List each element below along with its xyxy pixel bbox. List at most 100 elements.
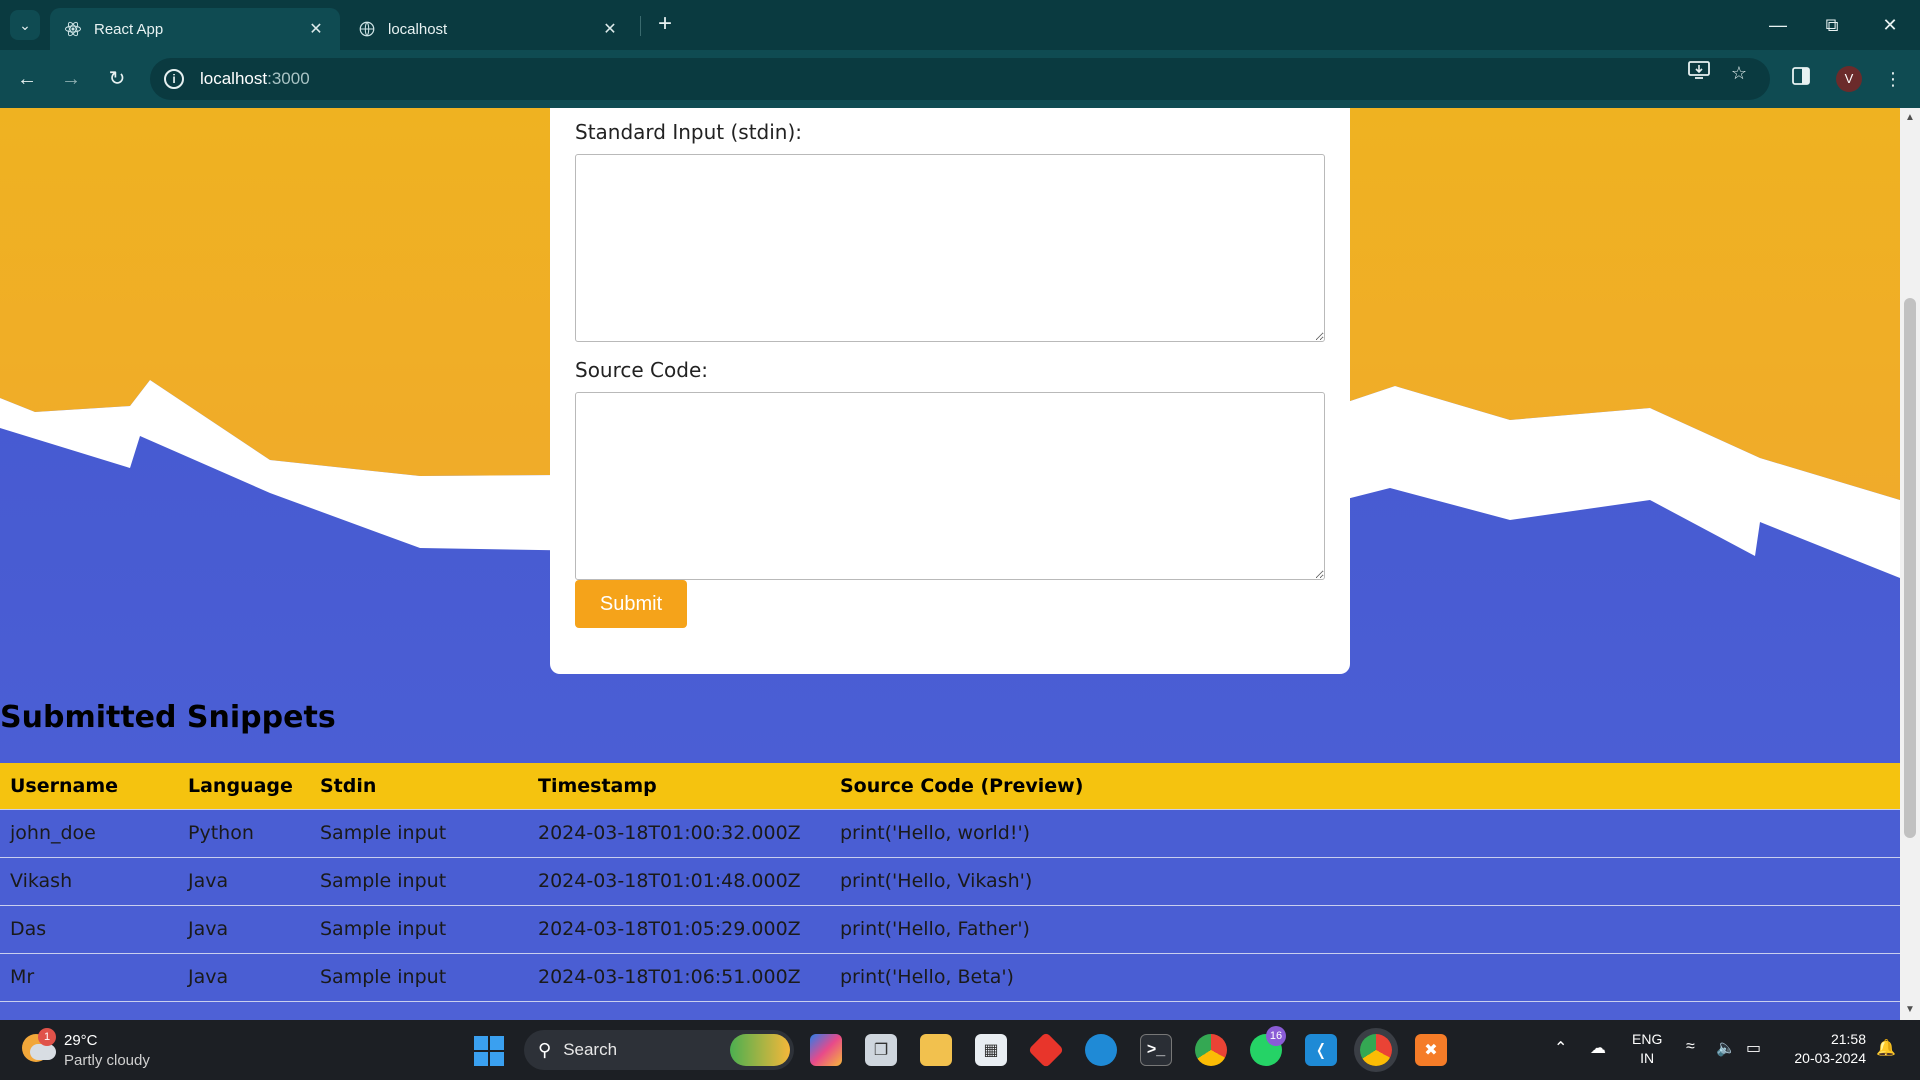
back-arrow-icon[interactable]: ← <box>12 64 42 94</box>
site-info-icon[interactable]: i <box>164 69 184 89</box>
cell-stdin: Sample input <box>310 904 528 953</box>
edge-icon[interactable] <box>1085 1034 1117 1066</box>
tab-separator <box>640 16 641 36</box>
cell-language: Java <box>178 904 310 953</box>
notification-bell-icon[interactable]: 🔔 <box>1876 1038 1896 1058</box>
copilot-icon[interactable] <box>810 1034 842 1066</box>
task-view-icon[interactable]: ❐ <box>865 1034 897 1066</box>
scroll-down-arrow-icon[interactable]: ▼ <box>1904 1004 1916 1016</box>
tab-localhost[interactable]: localhost ✕ <box>344 8 634 50</box>
widgets-search-highlight-icon[interactable] <box>730 1034 790 1066</box>
column-header-username: Username <box>0 763 178 809</box>
weather-condition: Partly cloudy <box>64 1052 150 1069</box>
cell-source-preview: print('Hello, world!') <box>830 808 1900 857</box>
wifi-icon[interactable]: ≈ <box>1686 1038 1695 1056</box>
url-host: localhost <box>200 69 268 88</box>
tab-title: React App <box>94 20 164 38</box>
cell-timestamp: 2024-03-18T01:00:32.000Z <box>528 808 830 857</box>
windows-start-icon[interactable] <box>474 1036 504 1066</box>
reload-icon[interactable]: ↻ <box>102 64 132 94</box>
language-indicator[interactable]: ENG IN <box>1632 1030 1662 1068</box>
cell-username: Vikash <box>0 856 178 905</box>
vscode-icon[interactable]: ❬ <box>1305 1034 1337 1066</box>
whatsapp-badge: 16 <box>1266 1026 1286 1046</box>
close-tab-icon[interactable]: ✕ <box>600 19 620 39</box>
address-bar[interactable]: i localhost:3000 <box>150 58 1770 100</box>
new-tab-button[interactable]: + <box>652 12 678 38</box>
bookmark-star-icon[interactable]: ☆ <box>1726 60 1752 86</box>
chrome-icon[interactable] <box>1195 1034 1227 1066</box>
table-row: Vikash Java Sample input 2024-03-18T01:0… <box>0 856 1900 905</box>
profile-avatar[interactable]: V <box>1836 66 1862 92</box>
search-icon: ⚲ <box>538 1039 552 1060</box>
minimize-icon[interactable]: — <box>1758 10 1798 40</box>
table-header-row: Username Language Stdin Timestamp Source… <box>0 763 1900 809</box>
install-app-icon[interactable] <box>1686 60 1712 86</box>
lang-line-2: IN <box>1640 1050 1655 1066</box>
page-scrollbar[interactable]: ▲ ▼ <box>1900 108 1920 1020</box>
react-icon <box>64 20 82 38</box>
onedrive-icon[interactable]: ☁ <box>1590 1038 1606 1058</box>
xampp-icon[interactable]: ✖ <box>1415 1034 1447 1066</box>
table-row: john_doe Python Sample input 2024-03-18T… <box>0 808 1900 857</box>
column-header-language: Language <box>178 763 310 809</box>
scrollbar-thumb[interactable] <box>1904 298 1916 838</box>
close-window-icon[interactable]: ✕ <box>1870 10 1910 40</box>
side-panel-icon[interactable] <box>1788 66 1814 92</box>
weather-temperature: 29°C <box>64 1032 98 1049</box>
cell-timestamp: 2024-03-18T01:01:48.000Z <box>528 856 830 905</box>
tab-search-button[interactable]: ⌄ <box>10 10 40 40</box>
terminal-icon[interactable]: >_ <box>1140 1034 1172 1066</box>
cell-username: Das <box>0 904 178 953</box>
battery-icon[interactable]: ▭ <box>1746 1038 1761 1058</box>
source-code-label: Source Code: <box>575 358 708 382</box>
source-code-textarea[interactable] <box>575 392 1325 580</box>
weather-widget[interactable]: 1 29°C Partly cloudy <box>20 1028 180 1072</box>
column-header-source-preview: Source Code (Preview) <box>830 763 1900 809</box>
system-clock[interactable]: 21:58 20-03-2024 <box>1782 1030 1866 1068</box>
column-header-timestamp: Timestamp <box>528 763 830 809</box>
cell-timestamp: 2024-03-18T01:06:51.000Z <box>528 952 830 1002</box>
chrome-active-icon[interactable] <box>1360 1034 1392 1066</box>
cell-source-preview: print('Hello, Father') <box>830 904 1900 953</box>
stdin-textarea[interactable] <box>575 154 1325 342</box>
tab-title: localhost <box>388 20 448 38</box>
lang-line-1: ENG <box>1632 1031 1663 1047</box>
menu-kebab-icon[interactable]: ⋮ <box>1880 66 1906 92</box>
cell-stdin: Sample input <box>310 808 528 857</box>
snippets-table: Username Language Stdin Timestamp Source… <box>0 763 1900 1002</box>
globe-icon <box>358 20 376 38</box>
restore-icon[interactable]: ⧉ <box>1812 10 1852 40</box>
cell-language: Java <box>178 952 310 1002</box>
microsoft-store-icon[interactable]: ▦ <box>975 1034 1007 1066</box>
table-row: Mr Java Sample input 2024-03-18T01:06:51… <box>0 952 1900 1002</box>
page-viewport: Standard Input (stdin): Source Code: Sub… <box>0 108 1920 1020</box>
weather-cloud-icon <box>30 1044 56 1060</box>
cell-language: Java <box>178 856 310 905</box>
windows-taskbar: 1 29°C Partly cloudy ⚲ Search ❐ ▦ >_ 16 … <box>0 1020 1920 1080</box>
url-port: :3000 <box>267 69 310 88</box>
anydesk-icon[interactable] <box>1027 1031 1065 1069</box>
volume-icon[interactable]: 🔈 <box>1716 1038 1736 1058</box>
stdin-label: Standard Input (stdin): <box>575 120 803 144</box>
tray-overflow-chevron-icon[interactable]: ⌃ <box>1554 1038 1567 1058</box>
snippet-form-card: Standard Input (stdin): Source Code: Sub… <box>550 108 1350 674</box>
file-explorer-icon[interactable] <box>920 1034 952 1066</box>
cell-stdin: Sample input <box>310 952 528 1002</box>
column-header-stdin: Stdin <box>310 763 528 809</box>
cell-username: Mr <box>0 952 178 1002</box>
clock-date: 20-03-2024 <box>1794 1050 1866 1066</box>
clock-time: 21:58 <box>1830 1031 1866 1047</box>
weather-badge: 1 <box>38 1028 56 1046</box>
cell-username: john_doe <box>0 808 178 857</box>
browser-tab-bar: ⌄ React App ✕ localhost ✕ + — ⧉ ✕ <box>0 0 1920 50</box>
cell-source-preview: print('Hello, Vikash') <box>830 856 1900 905</box>
scroll-up-arrow-icon[interactable]: ▲ <box>1904 112 1916 124</box>
forward-arrow-icon[interactable]: → <box>56 64 86 94</box>
close-tab-icon[interactable]: ✕ <box>306 19 326 39</box>
cell-language: Python <box>178 808 310 857</box>
submit-button[interactable]: Submit <box>575 580 687 628</box>
chevron-down-icon: ⌄ <box>19 16 31 33</box>
cell-timestamp: 2024-03-18T01:05:29.000Z <box>528 904 830 953</box>
tab-react-app[interactable]: React App ✕ <box>50 8 340 50</box>
